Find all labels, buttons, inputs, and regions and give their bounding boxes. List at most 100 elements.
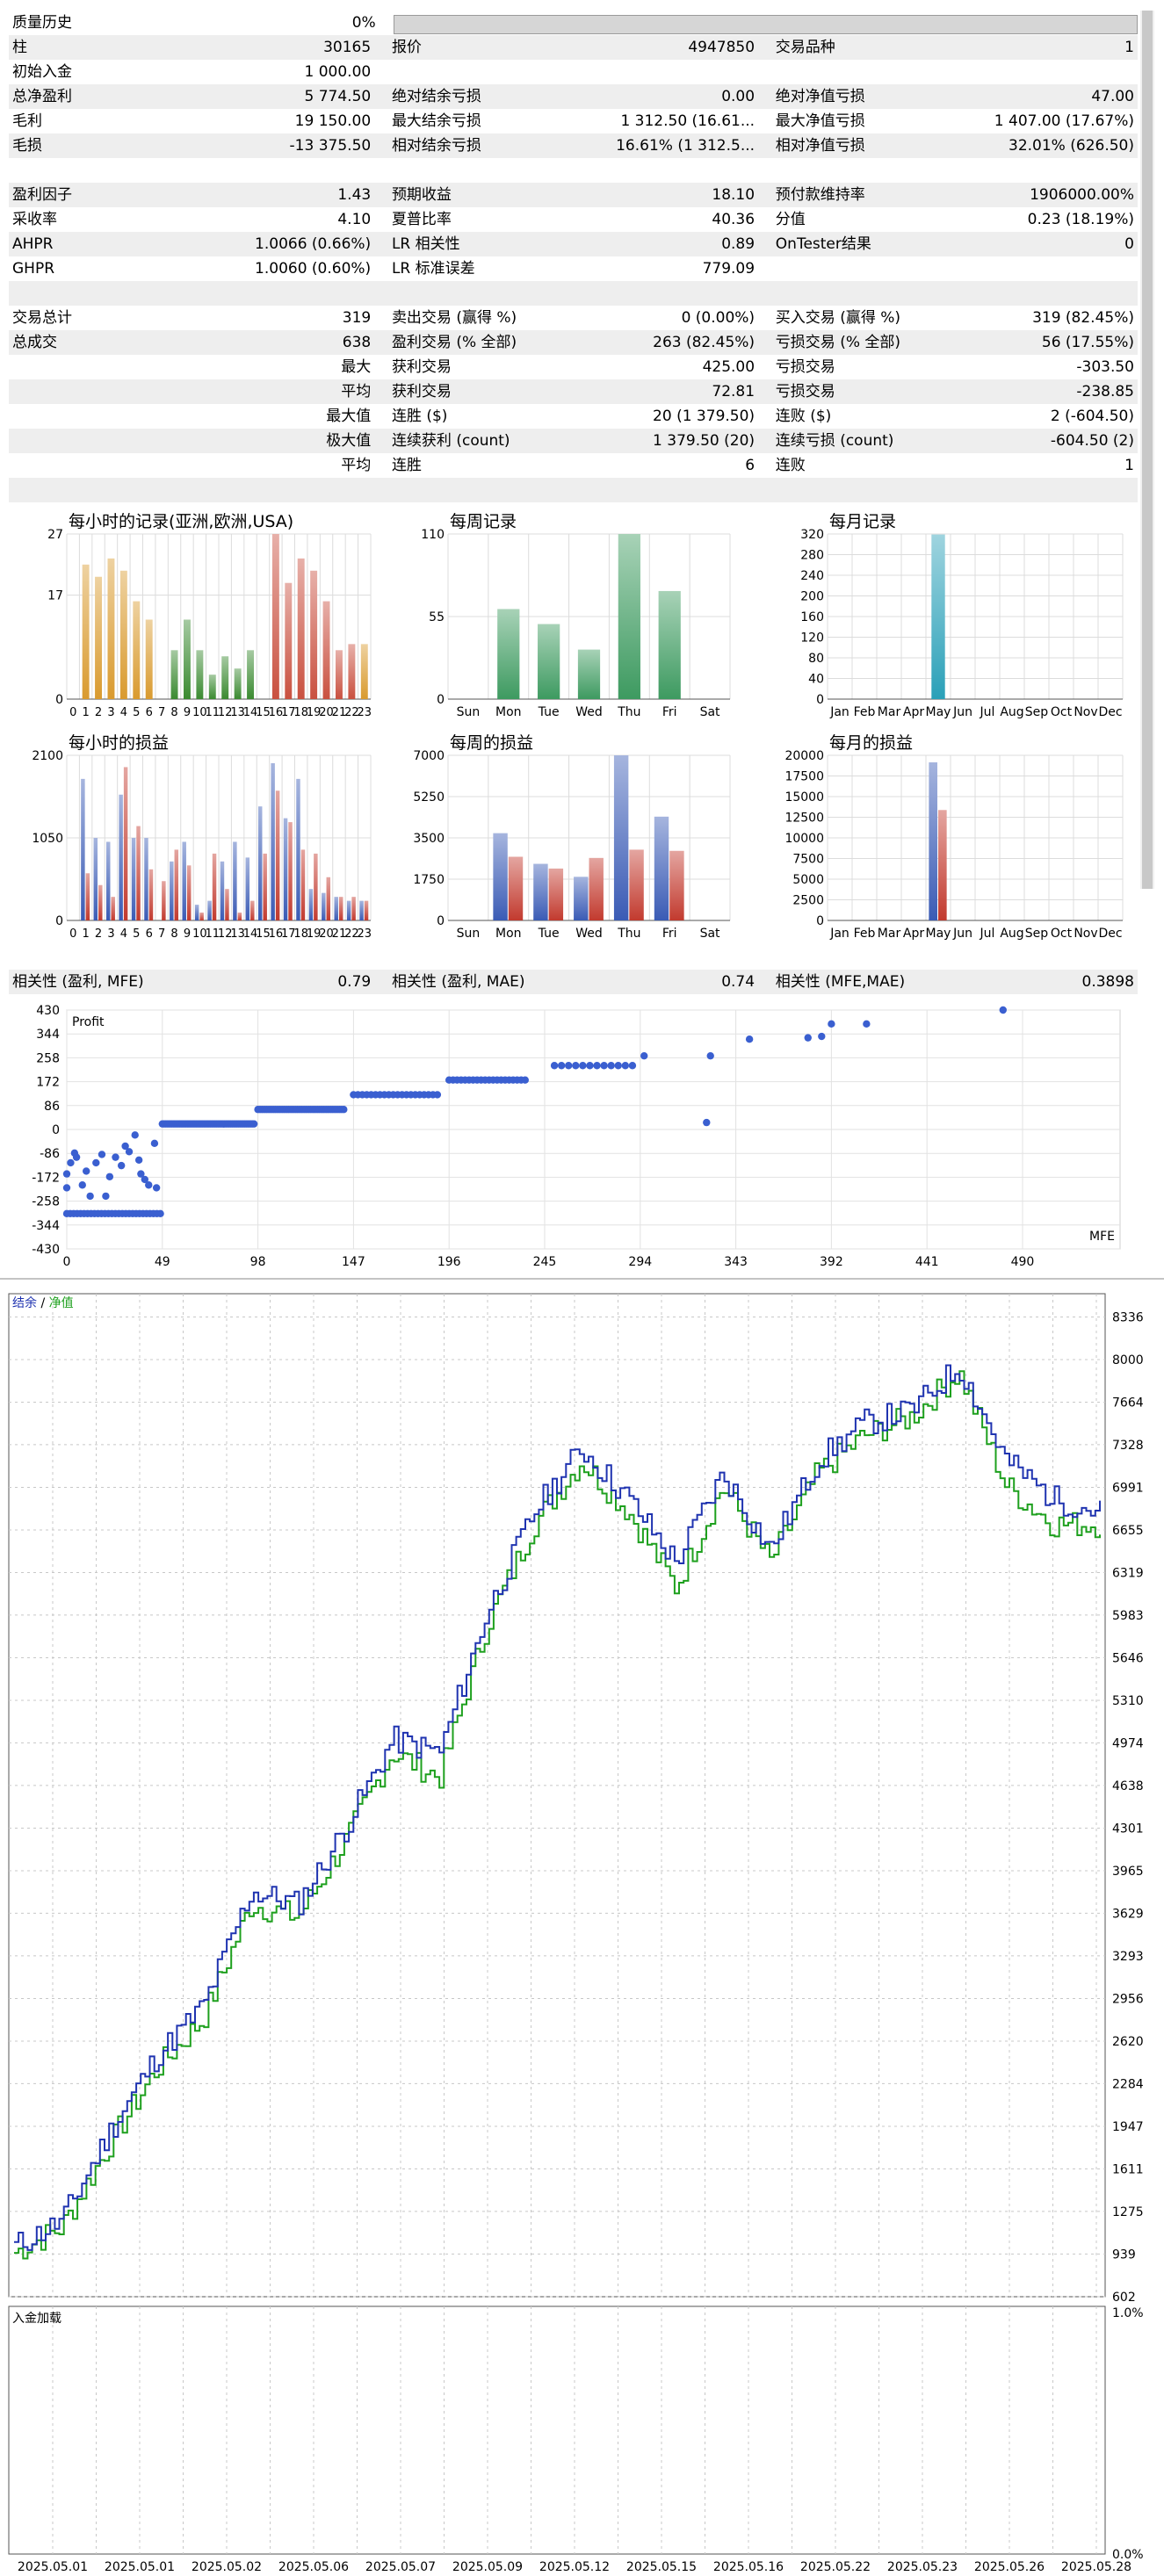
- bar-loss: [212, 853, 217, 920]
- stat-label: 盈利因子: [12, 186, 72, 204]
- stat-label: AHPR: [12, 235, 54, 253]
- bar-profit: [144, 838, 148, 920]
- x-tick-label: Mar: [878, 705, 901, 719]
- scatter-point: [593, 1062, 601, 1070]
- scatter-point: [621, 1062, 630, 1070]
- y-tick-label: 1275: [1112, 2205, 1144, 2219]
- y-tick-label: 3293: [1112, 1950, 1144, 1964]
- scatter-point: [818, 1032, 826, 1041]
- stat-gap: [758, 355, 772, 379]
- stat-label: 毛损: [12, 137, 42, 155]
- stat-gap: [758, 232, 772, 256]
- stat-label: [9, 404, 181, 429]
- stat-value: 1 379.50 (20): [653, 432, 756, 450]
- stat-value: 最大值: [326, 408, 372, 425]
- y-tick-label: 7500: [792, 853, 824, 867]
- chart-title: 每月的损益: [829, 733, 913, 753]
- y-tick-label: 160: [800, 610, 824, 624]
- stat-label: 相对结余亏损: [391, 137, 481, 155]
- corr-label: 相关性 (MFE,MAE): [775, 973, 906, 991]
- stat-label: 绝对结余亏损: [391, 88, 481, 105]
- x-tick-label: 2025.05.02: [192, 2560, 262, 2574]
- stat-gap: [374, 306, 388, 330]
- x-tick-label: Sun: [457, 927, 481, 941]
- stats-table: 质量历史 0% 柱 30165 报价 4947850 交易品种 1 初始入金 1 000.00 总净…: [9, 11, 1138, 502]
- stat-label: 亏损交易: [775, 383, 835, 400]
- x-tick-label: 2025.05.22: [800, 2560, 871, 2574]
- stats-row: 极大值 连续获利 (count) 1 379.50 (20) 连续亏损 (count)…: [9, 429, 1138, 453]
- stat-label: 卖出交易 (赢得 %): [391, 309, 517, 327]
- scatter-point: [92, 1158, 100, 1167]
- bar-loss: [338, 897, 343, 920]
- y-tick-label: 6991: [1112, 1482, 1144, 1496]
- chart-weekly-records: 每周记录 0 55 110 Sun Mon Tue Wed Thu Fri Sat: [421, 512, 731, 719]
- y-tick-label: 939: [1112, 2248, 1136, 2262]
- stat-label: [388, 60, 569, 84]
- stat-label: [9, 453, 181, 478]
- bar-profit: [346, 900, 351, 920]
- stat-value: 极大值: [326, 432, 372, 450]
- chart-hourly-records: 每小时的记录(亚洲,欧洲,USA)017270 1 2 3 4 5 6 7 8 9 10111213…: [47, 512, 372, 719]
- x-tick-label: Apr: [903, 927, 924, 941]
- bar: [234, 668, 242, 699]
- stat-value: 最大: [341, 358, 372, 376]
- scrollbar-thumb[interactable]: [1142, 11, 1153, 889]
- bar-loss: [938, 810, 947, 920]
- scatter-point: [600, 1062, 608, 1070]
- stat-label: 盈利交易 (% 全部): [391, 334, 517, 351]
- scatter-point: [572, 1062, 580, 1070]
- stat-value: 20 (1 379.50): [653, 408, 756, 425]
- y-tick-label: 27: [47, 528, 63, 542]
- bar-loss: [136, 826, 141, 920]
- stat-value: 平均: [341, 383, 372, 400]
- bar-profit: [207, 900, 212, 920]
- quality-history-bar: [393, 14, 1138, 34]
- scatter-point: [999, 1006, 1007, 1014]
- x-tick-label: 49: [155, 1255, 170, 1269]
- bar-profit: [613, 755, 629, 920]
- scatter-point: [134, 1156, 143, 1164]
- x-tick-label: Sun: [457, 705, 481, 719]
- stats-row: 总成交 638 盈利交易 (% 全部) 263 (82.45%) 亏损交易 (% 全部)…: [9, 330, 1138, 355]
- x-tick-label: Mar: [878, 927, 901, 941]
- x-tick-label: 343: [724, 1255, 748, 1269]
- bar-profit: [220, 861, 225, 920]
- y-tick-label: 4638: [1112, 1779, 1144, 1793]
- x-tick-label: 2025.05.07: [365, 2560, 436, 2574]
- scatter-point: [340, 1106, 348, 1114]
- stat-value: 2 (-604.50): [1050, 408, 1134, 425]
- stat-value: 6: [745, 457, 756, 474]
- bar: [271, 534, 279, 699]
- y-tick-label: 172: [36, 1076, 60, 1090]
- stat-value: 1: [1124, 39, 1134, 56]
- x-tick-label: 2: [95, 927, 102, 941]
- scatter-point: [828, 1020, 835, 1028]
- x-tick-label: 9: [184, 927, 191, 941]
- scatter-point: [102, 1192, 110, 1201]
- chart-monthly-records: 每月记录 0 40 80 120 160 200 240 280 320 Jan Feb Mar Apr M…: [800, 512, 1124, 719]
- scrollbar[interactable]: [1140, 11, 1154, 889]
- scatter-point: [105, 1173, 114, 1180]
- y-tick-label: 344: [36, 1028, 60, 1042]
- scatter-point: [98, 1151, 106, 1158]
- x-tick-label: Oct: [1051, 705, 1073, 719]
- chart-balance-equity: 6029391275161119472284262029563293362939…: [0, 1278, 1164, 2305]
- y-tick-label: 1611: [1112, 2162, 1144, 2176]
- stat-label: [9, 379, 181, 404]
- scatter-point: [125, 1148, 134, 1156]
- x-tick-label: 2025.05.12: [539, 2560, 610, 2574]
- y-tick-label: 1947: [1112, 2120, 1144, 2134]
- stat-gap: [758, 330, 772, 355]
- stats-row: [9, 158, 1138, 183]
- stat-gap: [374, 35, 388, 60]
- bar: [497, 609, 520, 699]
- y-tick-label: 0: [816, 693, 824, 707]
- bar-profit: [493, 833, 508, 920]
- scatter-point: [706, 1051, 714, 1060]
- x-tick-label: Wed: [575, 927, 603, 941]
- x-tick-label: Aug: [1000, 705, 1023, 719]
- bar: [145, 619, 153, 699]
- stat-value: 779.09: [702, 260, 756, 278]
- bar-profit: [654, 816, 669, 920]
- scatter-point: [112, 1153, 119, 1161]
